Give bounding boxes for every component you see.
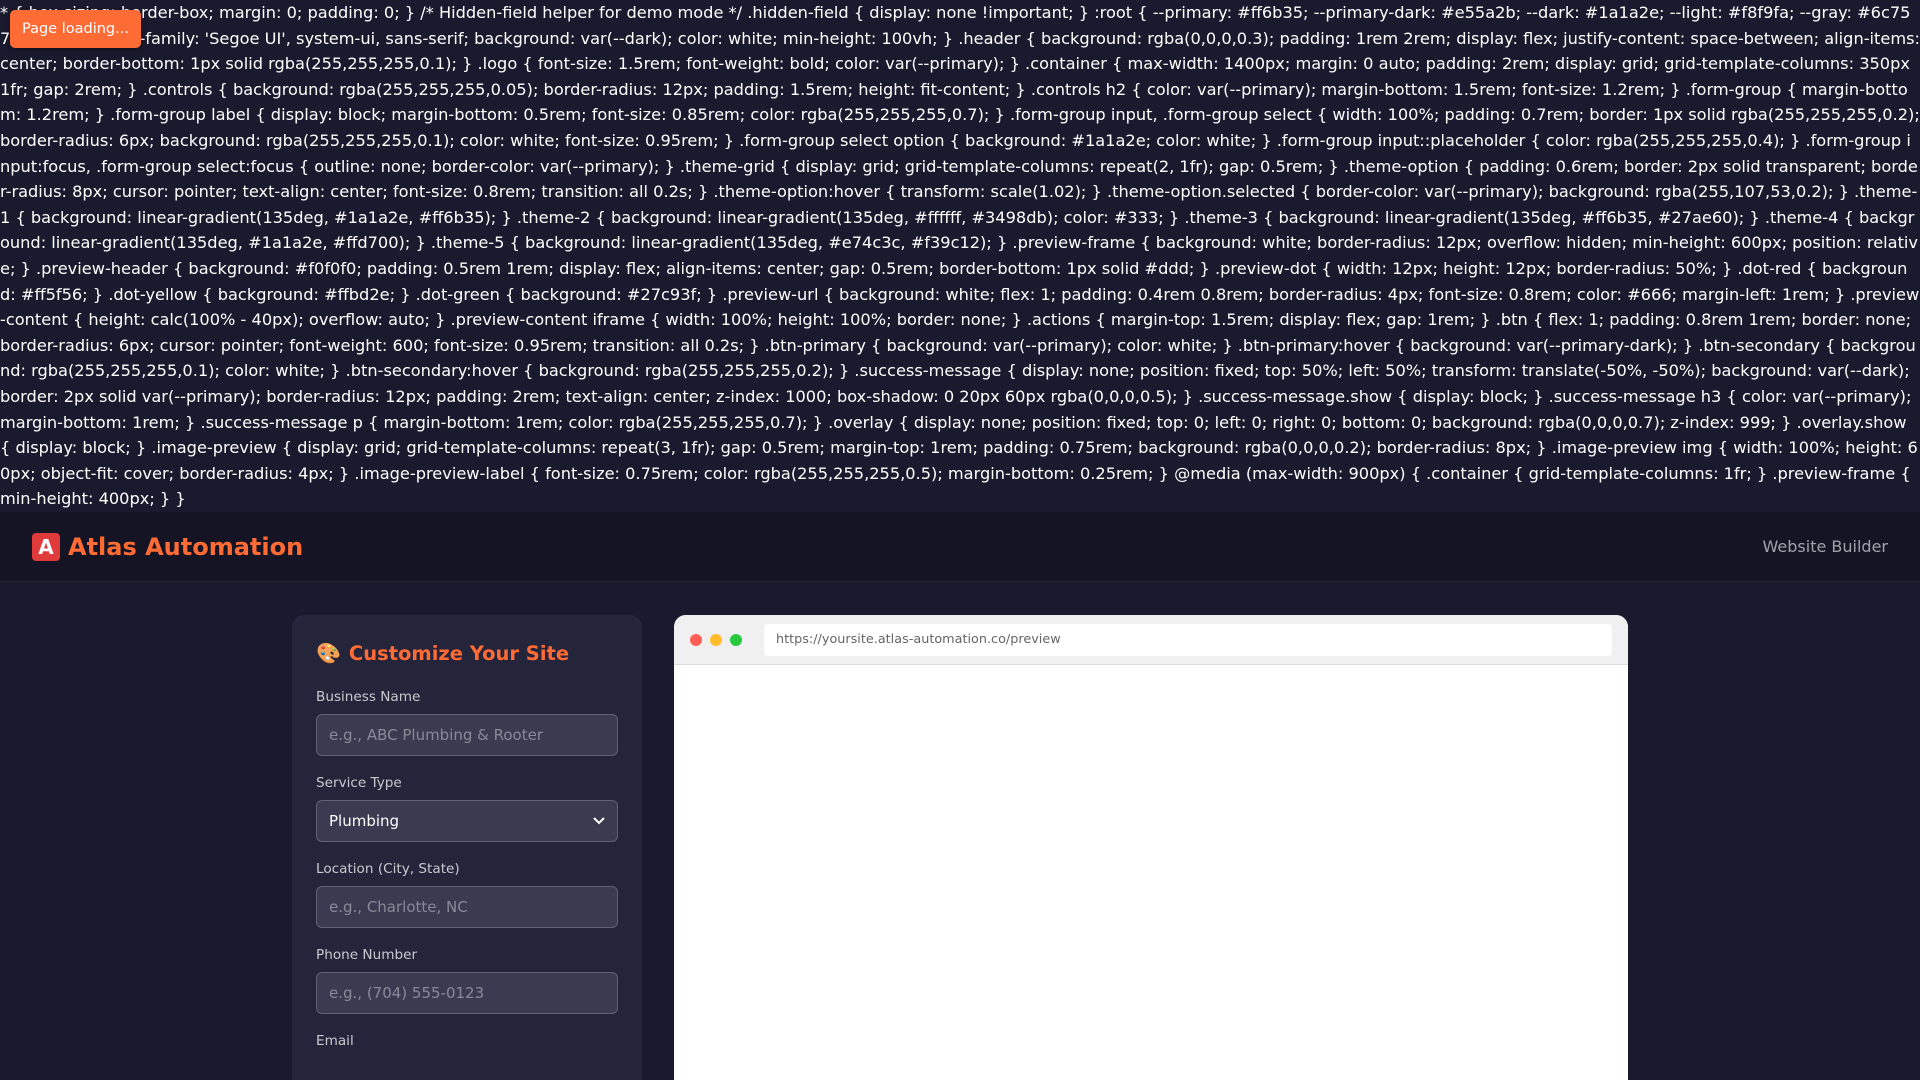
- service-type-group: Service Type Plumbing: [316, 775, 618, 842]
- app-header: A Atlas Automation Website Builder: [0, 512, 1920, 582]
- phone-input[interactable]: [316, 972, 618, 1014]
- phone-group: Phone Number: [316, 947, 618, 1014]
- atlas-logo-icon: A: [32, 532, 60, 561]
- controls-title: 🎨 Customize Your Site: [316, 641, 618, 665]
- business-name-input[interactable]: [316, 714, 618, 756]
- service-type-selected: Plumbing: [329, 812, 400, 830]
- preview-frame: https://yoursite.atlas-automation.co/pre…: [674, 615, 1628, 1080]
- palette-icon: 🎨: [316, 641, 341, 665]
- preview-browser-bar: https://yoursite.atlas-automation.co/pre…: [674, 615, 1628, 665]
- window-minimize-dot: [710, 633, 722, 646]
- email-label: Email: [316, 1033, 354, 1049]
- logo[interactable]: A Atlas Automation: [32, 532, 304, 561]
- header-subtitle: Website Builder: [1762, 537, 1888, 556]
- business-name-label: Business Name: [316, 689, 421, 705]
- email-group: Email: [316, 1033, 618, 1049]
- controls-title-text: Customize Your Site: [348, 641, 570, 665]
- leaked-css-text: * { box-sizing: border-box; margin: 0; p…: [0, 3, 1920, 509]
- window-maximize-dot: [730, 633, 742, 646]
- preview-content[interactable]: [674, 665, 1628, 1080]
- chevron-down-icon: [593, 814, 605, 828]
- business-name-group: Business Name: [316, 689, 618, 756]
- location-label: Location (City, State): [316, 861, 460, 877]
- window-close-dot: [690, 633, 702, 646]
- location-group: Location (City, State): [316, 861, 618, 928]
- location-input[interactable]: [316, 886, 618, 928]
- service-type-select[interactable]: Plumbing: [316, 800, 618, 842]
- controls-panel: 🎨 Customize Your Site Business Name Serv…: [292, 615, 642, 1080]
- service-type-label: Service Type: [316, 775, 402, 791]
- phone-label: Phone Number: [316, 947, 418, 963]
- page-loading-toast: Page loading...: [10, 10, 141, 48]
- preview-url-bar: https://yoursite.atlas-automation.co/pre…: [764, 623, 1612, 656]
- logo-text: Atlas Automation: [68, 532, 304, 561]
